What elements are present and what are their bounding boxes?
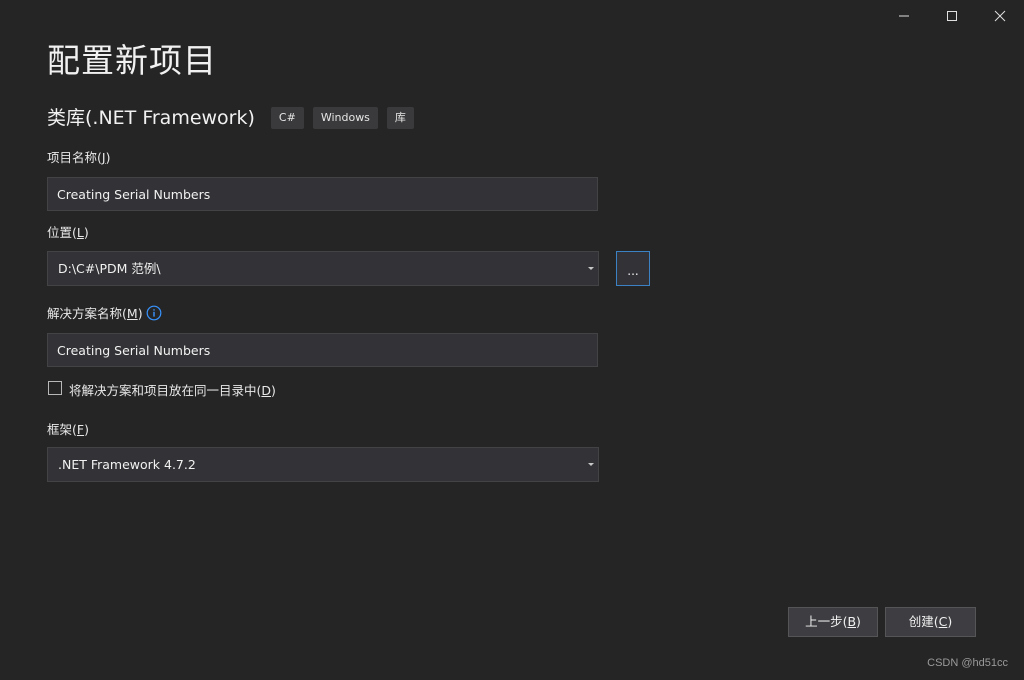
browse-button[interactable]: ...: [616, 251, 650, 286]
maximize-button[interactable]: [928, 0, 976, 32]
platform-tag: Windows: [312, 107, 378, 129]
location-value: D:\C#\PDM 范例\: [58, 261, 161, 276]
maximize-icon: [947, 11, 957, 21]
create-button[interactable]: 创建(C): [885, 607, 976, 637]
location-combobox[interactable]: D:\C#\PDM 范例\: [47, 251, 599, 286]
language-tag: C#: [270, 107, 304, 129]
close-icon: [994, 10, 1006, 22]
close-button[interactable]: [976, 0, 1024, 32]
back-button[interactable]: 上一步(B): [788, 607, 878, 637]
location-label: 位置(L): [47, 225, 89, 240]
solution-name-label: 解决方案名称(M): [47, 306, 143, 321]
template-name: 类库(.NET Framework): [47, 107, 255, 129]
watermark: CSDN @hd51cc: [927, 657, 1008, 669]
page-title: 配置新项目: [47, 41, 217, 80]
project-name-input[interactable]: [47, 177, 598, 211]
framework-combobox[interactable]: .NET Framework 4.7.2: [47, 447, 599, 482]
minimize-button[interactable]: [880, 0, 928, 32]
info-icon[interactable]: [146, 305, 162, 321]
minimize-icon: [899, 15, 909, 17]
solution-name-input[interactable]: [47, 333, 598, 367]
same-directory-checkbox[interactable]: [48, 381, 62, 395]
framework-label: 框架(F): [47, 422, 89, 437]
project-type-tag: 库: [386, 107, 414, 129]
framework-value: .NET Framework 4.7.2: [58, 457, 196, 472]
dropdown-arrow-icon: [588, 463, 594, 466]
window-controls: [880, 0, 1024, 32]
dropdown-arrow-icon: [588, 267, 594, 270]
project-name-label: 项目名称(J): [47, 150, 111, 165]
same-directory-label[interactable]: 将解决方案和项目放在同一目录中(D): [69, 382, 276, 400]
configure-project-window: 配置新项目 类库(.NET Framework) C# Windows 库 项目…: [0, 0, 1024, 680]
template-info: 类库(.NET Framework) C# Windows 库: [47, 104, 423, 132]
